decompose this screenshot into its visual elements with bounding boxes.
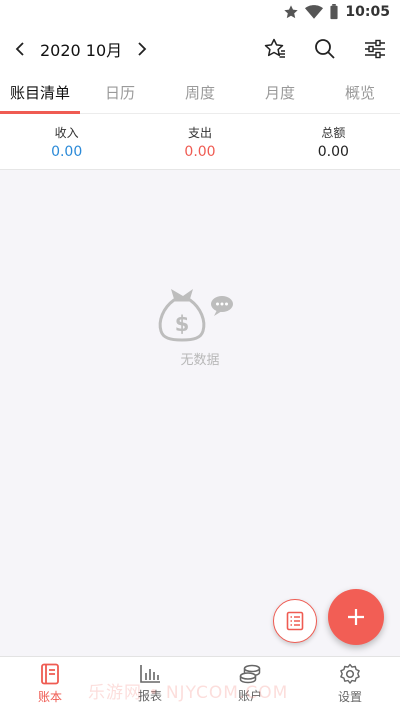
income-label: 收入: [54, 125, 79, 140]
top-header: 2020 10月: [0, 24, 400, 74]
list-view-button[interactable]: [273, 599, 317, 643]
next-month-button[interactable]: [128, 29, 156, 69]
star-list-icon: [264, 38, 285, 58]
tab-overview[interactable]: 概览: [320, 74, 400, 113]
status-bar: 10:05: [0, 0, 400, 24]
view-tabs: 账目清单 日历 周度 月度 概览: [0, 74, 400, 114]
tab-calendar[interactable]: 日历: [80, 74, 160, 113]
nav-ledger-label: 账本: [37, 690, 62, 704]
status-time: 10:05: [345, 4, 390, 20]
star-icon: [284, 5, 299, 19]
nav-accounts-label: 账户: [237, 689, 262, 703]
expense-label: 支出: [187, 125, 212, 140]
nav-settings[interactable]: 设置: [300, 657, 400, 711]
empty-text: 无数据: [180, 353, 220, 368]
prev-month-button[interactable]: [6, 29, 34, 69]
empty-state: $ 无数据: [0, 285, 400, 368]
bottom-nav: 账本 报表 账户 设置: [0, 656, 400, 711]
add-record-button[interactable]: [328, 589, 384, 645]
nav-ledger[interactable]: 账本: [0, 657, 100, 711]
nav-settings-label: 设置: [337, 690, 362, 704]
search-icon: [315, 39, 335, 59]
filter-button[interactable]: [350, 26, 400, 72]
chevron-right-icon: [138, 42, 147, 56]
total-summary: 总额 0.00: [267, 114, 400, 169]
coins-icon: [239, 664, 261, 684]
empty-graphic: $: [155, 285, 245, 343]
total-value: 0.00: [317, 143, 349, 160]
chevron-left-icon: [15, 42, 24, 56]
gear-icon: [340, 663, 360, 684]
tab-monthly[interactable]: 月度: [240, 74, 320, 113]
income-summary: 收入 0.00: [0, 114, 133, 169]
summary-bar: 收入 0.00 支出 0.00 总额 0.00: [0, 114, 400, 170]
nav-reports-label: 报表: [137, 689, 162, 703]
tab-weekly[interactable]: 周度: [160, 74, 240, 113]
current-month[interactable]: 2020 10月: [34, 37, 128, 61]
search-button[interactable]: [300, 26, 350, 72]
book-icon: [41, 663, 59, 685]
income-value: 0.00: [51, 143, 83, 160]
nav-accounts[interactable]: 账户: [200, 657, 300, 711]
favorites-button[interactable]: [250, 26, 300, 72]
wifi-icon: [305, 5, 324, 19]
expense-value: 0.00: [184, 143, 216, 160]
plus-icon: [348, 609, 364, 625]
filter-sliders-icon: [365, 39, 385, 59]
bar-chart-icon: [140, 665, 160, 683]
total-label: 总额: [321, 125, 346, 140]
money-bag-icon: $: [158, 289, 233, 342]
tab-ledger-list[interactable]: 账目清单: [0, 74, 80, 114]
list-icon: [286, 611, 304, 631]
battery-icon: [330, 4, 338, 20]
nav-reports[interactable]: 报表: [100, 657, 200, 711]
svg-text:$: $: [175, 312, 190, 336]
expense-summary: 支出 0.00: [133, 114, 266, 169]
